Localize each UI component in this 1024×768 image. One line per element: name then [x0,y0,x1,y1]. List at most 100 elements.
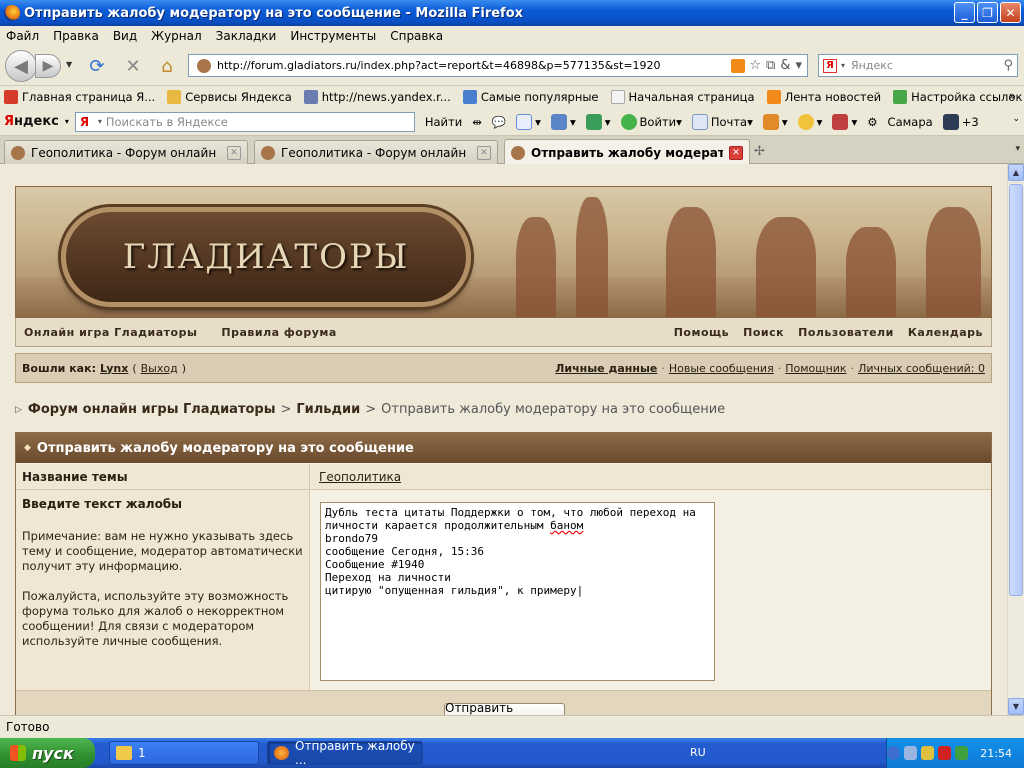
city-label[interactable]: Самара [888,115,933,129]
scroll-up-icon[interactable]: ▲ [1008,164,1024,181]
menu-view[interactable]: Вид [113,29,137,43]
bookmark-item[interactable]: Сервисы Яндекса [167,90,292,104]
link-forum-rules[interactable]: Правила форума [221,326,336,339]
yandex-logo[interactable]: Яндекс [4,114,59,129]
maximize-button[interactable]: ❐ [977,2,998,23]
report-form-panel: ◆ Отправить жалобу модератору на это соо… [15,432,992,715]
submit-complaint-button[interactable]: Отправить жалобу [444,701,565,715]
tab-close-icon[interactable]: ✕ [729,145,743,160]
spellcheck-icon[interactable]: ▾ [516,113,541,130]
bookmarks-book-icon[interactable]: ▾ [832,113,857,130]
breadcrumb: ▷ Форум онлайн игры Гладиаторы > Гильдии… [15,402,726,417]
taskbar-folder-item[interactable]: 1 [109,741,259,765]
link-search[interactable]: Поиск [743,326,784,339]
assistant-link[interactable]: Помощник [785,362,846,375]
reload-icon[interactable]: ⟳ [86,55,108,77]
login-button[interactable]: Войти ▾ [620,113,682,130]
yandex-engine-icon[interactable]: Я [823,58,837,73]
logout-link[interactable]: Выход [141,362,178,375]
comment-icon[interactable]: 💬 [492,115,506,129]
new-tab-icon[interactable]: ✢ [754,144,765,159]
rss-icon[interactable] [731,58,746,73]
menu-history[interactable]: Журнал [151,29,202,43]
engine-dropdown-icon[interactable]: ▾ [841,61,845,70]
link-users[interactable]: Пользователи [798,326,894,339]
start-button[interactable]: пуск [0,738,95,768]
breadcrumb-guilds[interactable]: Гильдии [296,402,360,417]
gear-icon[interactable]: ⚙ [867,115,877,129]
menu-bookmarks[interactable]: Закладки [216,29,277,43]
translate-icon[interactable]: ⧉ [766,58,775,73]
bookmarks-overflow-chevron-icon[interactable]: » [1009,89,1016,103]
tab-close-icon[interactable]: ✕ [227,145,241,160]
menu-help[interactable]: Справка [390,29,443,43]
mail-button[interactable]: Почта ▾ [691,113,753,130]
user-profile-link[interactable]: Lynx [100,362,128,375]
tray-expand-icon[interactable] [886,746,901,760]
personal-data-link[interactable]: Личные данные [555,362,657,375]
network-icon[interactable] [904,746,918,760]
history-dropdown-icon[interactable]: ▼ [66,60,72,69]
bookmark-item[interactable]: Лента новостей [766,90,881,104]
menu-edit[interactable]: Правка [53,29,99,43]
new-messages-link[interactable]: Новые сообщения [669,362,774,375]
yandex-find-button[interactable]: Найти [425,115,462,129]
bookmark-item[interactable]: Главная страница Я... [4,90,155,104]
link-calendar[interactable]: Календарь [908,326,983,339]
bookmark-item[interactable]: Самые популярные [462,90,599,104]
topic-link[interactable]: Геополитика [319,470,401,484]
search-box[interactable]: Я ▾ Яндекс ⚲ [818,54,1018,77]
chevron-down-icon[interactable]: ▾ [98,117,102,126]
link-help[interactable]: Помощь [674,326,729,339]
logged-as-label: Вошли как: [22,361,96,375]
toolbar-overflow-icon[interactable]: ⌄ [1012,114,1020,124]
split-icon[interactable]: ⇹ [472,115,482,129]
star-icon[interactable] [955,746,969,760]
complaint-textarea[interactable]: Дубль теста цитаты Поддержки о том, что … [320,502,715,681]
menu-tools[interactable]: Инструменты [290,29,376,43]
money-icon[interactable]: ▾ [762,113,788,130]
url-bar[interactable]: http://forum.gladiators.ru/index.php?act… [188,54,808,77]
dictionary-icon[interactable]: ▾ [585,113,611,130]
url-dropdown-icon[interactable]: ▾ [795,58,802,73]
favorites-star-icon[interactable]: ▾ [797,113,822,130]
tab-geopolitics-1[interactable]: Геополитика - Форум онлайн игры Г... ✕ [4,140,248,164]
tab-close-icon[interactable]: ✕ [477,145,491,160]
firefox-icon [274,746,290,760]
link-online-game[interactable]: Онлайн игра Гладиаторы [24,326,197,339]
page-icon [303,90,318,104]
weather-widget[interactable]: +3 [942,113,979,130]
breadcrumb-forum[interactable]: Форум онлайн игры Гладиаторы [28,402,276,417]
yandex-menu-dropdown-icon[interactable]: ▾ [65,117,69,126]
language-indicator[interactable]: RU [690,746,706,759]
forward-button[interactable]: ▶ [35,54,61,78]
bookmark-star-icon[interactable]: ☆ [749,58,761,73]
ampersand-icon[interactable]: & [780,58,790,73]
bookmark-item[interactable]: Настройка ссылок [893,90,1022,104]
tab-geopolitics-2[interactable]: Геополитика - Форум онлайн игры Г... ✕ [254,140,498,164]
minimize-button[interactable]: _ [954,2,975,23]
back-button[interactable]: ◀ [5,50,37,82]
taskbar-firefox-item[interactable]: Отправить жалобу ... [267,739,423,767]
private-messages-link[interactable]: Личных сообщений: 0 [858,362,985,375]
yandex-search-input[interactable]: Я ▾ Поискать в Яндексе [74,111,415,132]
translate-icon[interactable]: ▾ [550,113,576,130]
menu-file[interactable]: Файл [6,29,39,43]
search-icon[interactable]: ⚲ [1003,58,1013,73]
warning-icon[interactable] [921,746,935,760]
forum-logo[interactable]: ГЛАДИАТОРЫ [61,207,471,307]
vertical-scrollbar[interactable]: ▲ ▼ [1007,164,1024,715]
tab-report-active[interactable]: Отправить жалобу модератор... ✕ [504,139,750,165]
close-button[interactable]: ✕ [1000,2,1021,23]
scroll-thumb[interactable] [1009,184,1023,596]
yandex-search-placeholder: Поискать в Яндексе [105,114,228,129]
scroll-down-icon[interactable]: ▼ [1008,698,1024,715]
bookmark-item[interactable]: http://news.yandex.r... [303,90,451,104]
home-icon[interactable]: ⌂ [156,55,178,77]
forum-banner: ГЛАДИАТОРЫ [15,186,992,318]
stop-icon[interactable]: ✕ [122,55,144,77]
submit-row: Отправить жалобу [16,690,991,715]
antivirus-icon[interactable] [938,746,952,760]
bookmark-item[interactable]: Начальная страница [610,90,755,104]
all-tabs-dropdown-icon[interactable]: ▾ [1015,144,1020,154]
